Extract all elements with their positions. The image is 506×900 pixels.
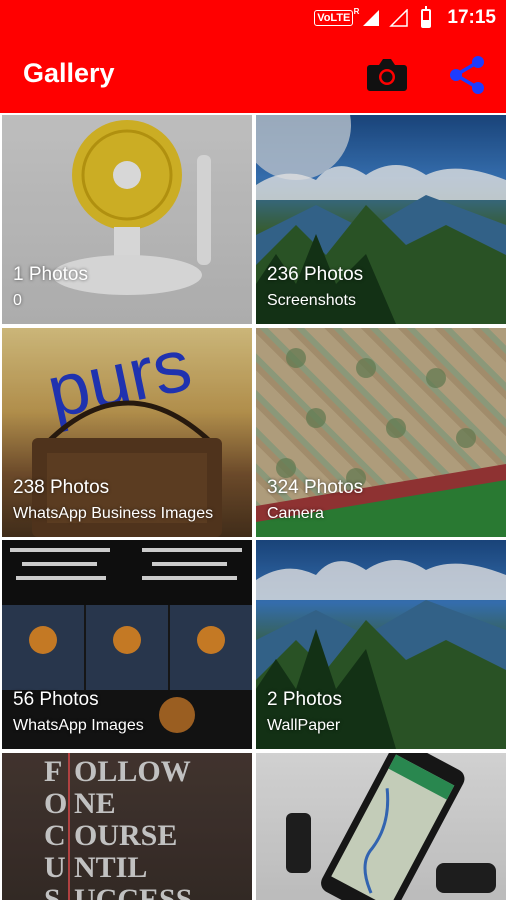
album-tile[interactable]: purs 238 Photos WhatsApp Business Images	[2, 328, 252, 537]
status-bar: VoLTE R 17:15	[0, 0, 506, 36]
album-tile[interactable]: 324 Photos Camera	[256, 328, 506, 537]
album-tile[interactable]	[256, 753, 506, 900]
album-count: 238 Photos	[13, 477, 110, 498]
album-tile[interactable]: 56 Photos WhatsApp Images	[2, 540, 252, 749]
album-tile[interactable]: F O C U S OLLOW NE OURSE NTIL UCCESS	[2, 753, 252, 900]
album-tile[interactable]: 1 Photos 0	[2, 115, 252, 324]
album-tile[interactable]: 236 Photos Screenshots	[256, 115, 506, 324]
album-name: Camera	[267, 505, 324, 522]
page-title: Gallery	[23, 58, 115, 88]
album-name: WallPaper	[267, 717, 341, 734]
album-name: 0	[13, 292, 22, 309]
camera-icon[interactable]	[366, 56, 408, 92]
album-count: 1 Photos	[13, 264, 88, 285]
volte-indicator: VoLTE R	[314, 7, 359, 26]
battery-icon	[421, 5, 432, 28]
signal-empty-icon	[389, 9, 409, 27]
album-tile[interactable]: 2 Photos WallPaper	[256, 540, 506, 749]
album-name: Screenshots	[267, 292, 356, 309]
signal-icon	[363, 10, 380, 26]
album-name: WhatsApp Business Images	[13, 505, 214, 522]
album-name: WhatsApp Images	[13, 717, 144, 734]
album-count: 324 Photos	[267, 477, 364, 498]
album-count: 236 Photos	[267, 264, 364, 285]
album-count: 56 Photos	[13, 689, 99, 710]
share-icon[interactable]	[446, 54, 488, 96]
clock: 17:15	[447, 7, 496, 28]
album-grid: 1 Photos 0 236 Photos Screenshots purs 2…	[0, 113, 506, 900]
app-bar: Gallery	[0, 36, 506, 113]
album-count: 2 Photos	[267, 689, 342, 710]
